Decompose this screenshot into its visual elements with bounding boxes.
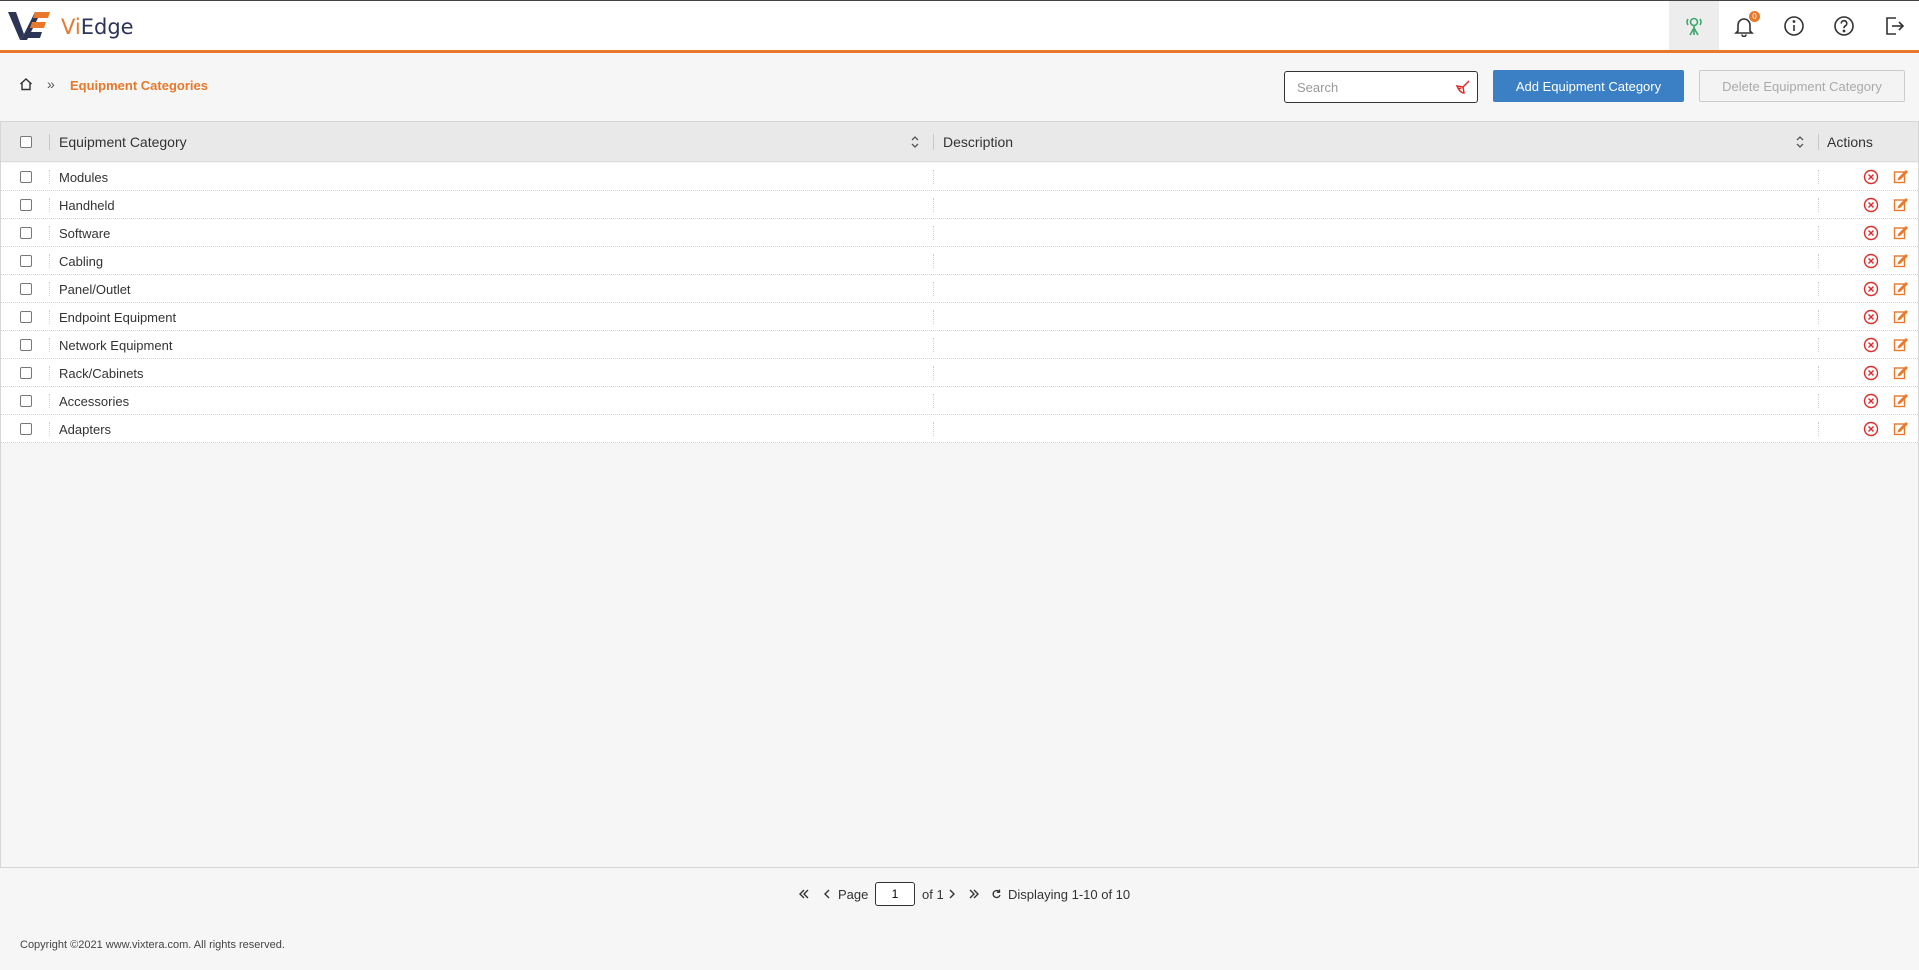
first-page-icon[interactable] bbox=[798, 882, 810, 906]
category-name: Adapters bbox=[59, 422, 112, 437]
table-row[interactable]: Panel/Outlet bbox=[1, 275, 1918, 303]
select-all-checkbox[interactable] bbox=[20, 136, 32, 148]
row-checkbox[interactable] bbox=[20, 367, 32, 379]
grid-header: Equipment Category Description Actions bbox=[1, 122, 1918, 162]
help-button[interactable] bbox=[1819, 1, 1869, 50]
display-count: Displaying 1-10 of 10 bbox=[1008, 886, 1131, 902]
notifications-button[interactable]: 0 bbox=[1719, 1, 1769, 50]
viedge-logo-icon[interactable] bbox=[8, 9, 50, 43]
edit-row-icon[interactable] bbox=[1893, 197, 1908, 212]
column-header-category[interactable]: Equipment Category bbox=[59, 134, 187, 150]
logout-button[interactable] bbox=[1869, 1, 1919, 50]
network-status-button[interactable] bbox=[1669, 1, 1719, 50]
page-number-input[interactable] bbox=[875, 882, 915, 906]
delete-row-icon[interactable] bbox=[1863, 337, 1879, 353]
delete-row-icon[interactable] bbox=[1863, 253, 1879, 269]
row-checkbox[interactable] bbox=[20, 255, 32, 267]
category-name: Cabling bbox=[59, 254, 104, 269]
category-name: Handheld bbox=[59, 198, 115, 213]
delete-row-icon[interactable] bbox=[1863, 169, 1879, 185]
row-checkbox[interactable] bbox=[20, 227, 32, 239]
row-checkbox[interactable] bbox=[20, 171, 32, 183]
home-icon[interactable] bbox=[19, 77, 33, 91]
category-name: Network Equipment bbox=[59, 338, 173, 353]
network-status-icon bbox=[1686, 17, 1702, 35]
delete-row-icon[interactable] bbox=[1863, 421, 1879, 437]
header-actions: 0 bbox=[1669, 1, 1919, 50]
table-row[interactable]: Handheld bbox=[1, 191, 1918, 219]
table-row[interactable]: Rack/Cabinets bbox=[1, 359, 1918, 387]
edit-row-icon[interactable] bbox=[1893, 421, 1908, 436]
last-page-icon[interactable] bbox=[968, 882, 980, 906]
logout-icon bbox=[1886, 16, 1905, 35]
search-box bbox=[1284, 71, 1478, 103]
edit-row-icon[interactable] bbox=[1893, 337, 1908, 352]
table-row[interactable]: Adapters bbox=[1, 415, 1918, 443]
previous-page-icon[interactable] bbox=[822, 882, 832, 906]
equipment-category-grid: Equipment Category Description Actions M… bbox=[0, 121, 1919, 868]
delete-row-icon[interactable] bbox=[1863, 197, 1879, 213]
pager: Page of 1 Displaying 1-10 of 10 bbox=[0, 882, 1919, 906]
table-row[interactable]: Cabling bbox=[1, 247, 1918, 275]
delete-row-icon[interactable] bbox=[1863, 281, 1879, 297]
info-icon bbox=[1784, 15, 1804, 36]
category-name: Endpoint Equipment bbox=[59, 310, 177, 325]
delete-row-icon[interactable] bbox=[1863, 393, 1879, 409]
table-row[interactable]: Accessories bbox=[1, 387, 1918, 415]
row-checkbox[interactable] bbox=[20, 199, 32, 211]
row-checkbox[interactable] bbox=[20, 395, 32, 407]
edit-row-icon[interactable] bbox=[1893, 393, 1908, 408]
delete-row-icon[interactable] bbox=[1863, 365, 1879, 381]
top-bar: ViEdge 0 bbox=[0, 0, 1919, 53]
sort-icon[interactable] bbox=[1795, 134, 1805, 150]
row-checkbox[interactable] bbox=[20, 283, 32, 295]
info-button[interactable] bbox=[1769, 1, 1819, 50]
category-name: Panel/Outlet bbox=[59, 282, 131, 297]
edit-row-icon[interactable] bbox=[1893, 253, 1908, 268]
row-checkbox[interactable] bbox=[20, 423, 32, 435]
row-checkbox[interactable] bbox=[20, 311, 32, 323]
help-icon bbox=[1834, 15, 1854, 36]
column-header-description[interactable]: Description bbox=[943, 134, 1013, 150]
breadcrumb-current: Equipment Categories bbox=[70, 78, 208, 93]
delete-equipment-category-button[interactable]: Delete Equipment Category bbox=[1699, 70, 1905, 102]
category-name: Modules bbox=[59, 170, 109, 185]
table-row[interactable]: Modules bbox=[1, 163, 1918, 191]
edit-row-icon[interactable] bbox=[1893, 281, 1908, 296]
row-checkbox[interactable] bbox=[20, 339, 32, 351]
table-row[interactable]: Endpoint Equipment bbox=[1, 303, 1918, 331]
page-count-label: of 1 bbox=[922, 886, 944, 902]
category-name: Software bbox=[59, 226, 111, 241]
add-equipment-category-button[interactable]: Add Equipment Category bbox=[1493, 70, 1684, 102]
sort-icon[interactable] bbox=[910, 134, 920, 150]
edit-row-icon[interactable] bbox=[1893, 309, 1908, 324]
edit-row-icon[interactable] bbox=[1893, 365, 1908, 380]
delete-row-icon[interactable] bbox=[1863, 309, 1879, 325]
search-input[interactable] bbox=[1285, 72, 1445, 102]
copyright-footer: Copyright ©2021 www.vixtera.com. All rig… bbox=[20, 939, 285, 951]
next-page-icon[interactable] bbox=[947, 882, 957, 906]
delete-row-icon[interactable] bbox=[1863, 225, 1879, 241]
category-name: Rack/Cabinets bbox=[59, 366, 144, 381]
edit-row-icon[interactable] bbox=[1893, 225, 1908, 240]
brand-name: ViEdge bbox=[61, 15, 134, 39]
clear-filter-icon[interactable] bbox=[1454, 79, 1471, 96]
breadcrumb-separator: » bbox=[47, 76, 55, 92]
notification-badge: 0 bbox=[1749, 10, 1760, 22]
table-row[interactable]: Network Equipment bbox=[1, 331, 1918, 359]
category-name: Accessories bbox=[59, 394, 130, 409]
refresh-icon[interactable] bbox=[991, 882, 1002, 906]
column-header-actions: Actions bbox=[1827, 134, 1873, 150]
table-row[interactable]: Software bbox=[1, 219, 1918, 247]
edit-row-icon[interactable] bbox=[1893, 169, 1908, 184]
page-label: Page bbox=[838, 886, 869, 902]
